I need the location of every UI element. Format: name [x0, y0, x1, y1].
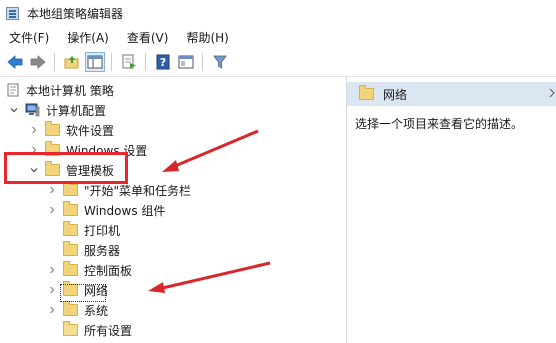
chevron-right-icon[interactable]: [46, 304, 58, 316]
tree-item-label: "开始"菜单和任务栏: [84, 183, 192, 198]
help-icon[interactable]: ?: [153, 52, 173, 72]
details-header-title: 网络: [383, 87, 408, 102]
tree-item-label: 打印机: [84, 223, 121, 238]
policy-document-icon: [6, 83, 20, 97]
folder-icon: [45, 121, 60, 136]
forward-arrow-icon[interactable]: [28, 52, 48, 72]
chevron-right-icon[interactable]: [28, 124, 40, 136]
menu-view[interactable]: 查看(V): [118, 29, 178, 46]
description-text: 选择一个项目来查看它的描述。: [355, 117, 524, 131]
tree-item-all-settings[interactable]: 所有设置: [63, 320, 132, 340]
menu-help[interactable]: 帮助(H): [177, 29, 237, 46]
tree-item-label: 所有设置: [84, 323, 133, 338]
toolbar-separator: [54, 53, 55, 71]
title-bar: 本地组策略编辑器: [0, 0, 556, 26]
filter-icon[interactable]: [210, 52, 230, 72]
folder-icon: [359, 85, 374, 100]
tree-item-computer-config[interactable]: 计算机配置: [8, 100, 106, 120]
chevron-down-icon[interactable]: [8, 104, 20, 116]
tree-item-label: 本地计算机 策略: [26, 83, 114, 98]
chevron-right-icon[interactable]: [46, 284, 58, 296]
export-list-icon[interactable]: [119, 52, 139, 72]
tree-item-printers[interactable]: 打印机: [63, 220, 120, 240]
folder-icon: [63, 221, 78, 236]
folder-icon: [63, 181, 78, 196]
window-title: 本地组策略编辑器: [27, 6, 124, 21]
toolbar-separator: [202, 53, 203, 71]
svg-text:?: ?: [160, 56, 166, 69]
highlight-box: [4, 152, 128, 184]
up-folder-icon[interactable]: [62, 52, 82, 72]
menu-file[interactable]: 文件(F): [0, 29, 58, 46]
tree-item-software-settings[interactable]: 软件设置: [28, 120, 114, 140]
folder-icon: [63, 261, 78, 276]
menu-action[interactable]: 操作(A): [58, 29, 118, 46]
menu-bar: 文件(F) 操作(A) 查看(V) 帮助(H): [0, 26, 556, 48]
tree-item-label: 服务器: [84, 243, 121, 258]
tree-item-servers[interactable]: 服务器: [63, 240, 120, 260]
scroll-right-arrow-icon[interactable]: [548, 87, 556, 99]
selection-focus-outline: [60, 284, 106, 302]
chevron-right-icon[interactable]: [46, 264, 58, 276]
tree-item-label: Windows 组件: [84, 203, 166, 218]
toolbar-separator: [111, 53, 112, 71]
tree-item-label: 软件设置: [66, 123, 115, 138]
toolbar-separator: [145, 53, 146, 71]
tree-pane: 本地计算机 策略 计算机配置 软件设置 Windows 设置 管理模板 "开始"…: [0, 77, 347, 343]
computer-icon: [25, 103, 40, 117]
folder-icon: [63, 321, 78, 336]
tree-item-label: 系统: [84, 303, 109, 318]
details-header: 网络: [347, 82, 556, 106]
tree-item-windows-components[interactable]: Windows 组件: [46, 200, 165, 220]
tree-item-system[interactable]: 系统: [46, 300, 108, 320]
tree-item-label: 计算机配置: [46, 103, 107, 118]
tree-item-root[interactable]: 本地计算机 策略: [6, 80, 114, 100]
back-arrow-icon[interactable]: [5, 52, 25, 72]
tree-item-label: 控制面板: [84, 263, 133, 278]
folder-icon: [63, 301, 78, 316]
folder-icon: [63, 241, 78, 256]
details-pane: 网络 选择一个项目来查看它的描述。: [347, 77, 556, 343]
properties-icon[interactable]: [176, 52, 196, 72]
app-icon: [6, 6, 19, 20]
folder-icon: [63, 201, 78, 216]
toolbar: ?: [0, 48, 556, 77]
show-hide-tree-icon[interactable]: [85, 52, 105, 72]
chevron-right-icon[interactable]: [46, 204, 58, 216]
chevron-right-icon[interactable]: [46, 184, 58, 196]
tree-item-control-panel[interactable]: 控制面板: [46, 260, 132, 280]
